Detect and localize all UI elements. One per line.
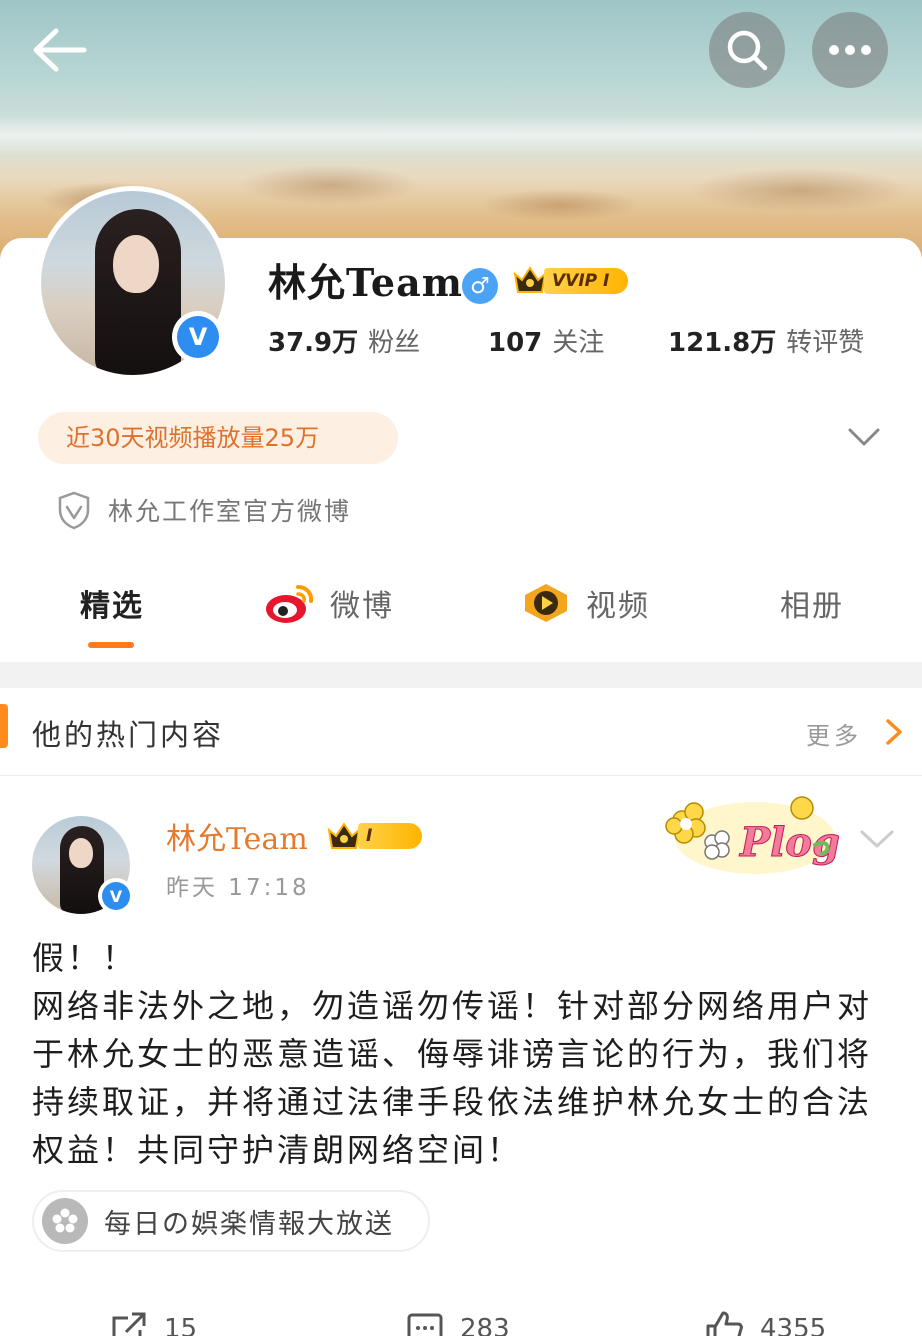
tab-weibo[interactable]: 微博 xyxy=(264,578,394,628)
vip-level-label: I xyxy=(358,823,422,849)
comment-button[interactable]: 283 xyxy=(406,1310,510,1336)
plog-sticker-art: Plog xyxy=(665,796,840,874)
comment-icon xyxy=(407,1313,443,1336)
search-icon xyxy=(727,30,768,71)
male-gender-icon: ♂ xyxy=(462,268,498,304)
chevron-down-icon xyxy=(860,830,894,848)
like-button[interactable]: 4355 xyxy=(704,1310,826,1336)
post-timestamp: 昨天 17:18 xyxy=(166,875,310,901)
comment-count: 283 xyxy=(460,1314,510,1336)
post-vip-badge[interactable]: I xyxy=(326,820,422,852)
shield-icon xyxy=(58,491,90,530)
vip-label: VVIP I xyxy=(544,268,628,294)
chevron-down-icon xyxy=(848,428,880,446)
official-account-text: 林允工作室官方微博 xyxy=(108,497,352,526)
weibo-logo-icon xyxy=(266,585,314,623)
back-button[interactable] xyxy=(30,25,90,75)
official-account-info: 林允工作室官方微博 xyxy=(56,490,351,530)
video-play-icon xyxy=(525,584,567,622)
back-arrow-icon xyxy=(33,28,87,72)
post-text-line: 假！！ xyxy=(32,939,138,977)
expand-button[interactable] xyxy=(846,424,882,450)
profile-name: 林允Team xyxy=(268,260,463,305)
repost-count: 15 xyxy=(164,1314,198,1336)
post-body: 假！！ 网络非法外之地，勿造谣勿传谣！针对部分网络用户对于林允女士的恶意造谣、侮… xyxy=(32,934,898,1174)
post-text-paragraph: 网络非法外之地，勿造谣勿传谣！针对部分网络用户对于林允女士的恶意造谣、侮辱诽谤言… xyxy=(32,987,873,1169)
crown-icon xyxy=(513,266,547,293)
stat-interactions[interactable]: 121.8万 转评赞 xyxy=(668,322,864,359)
crown-icon xyxy=(327,822,361,849)
search-button[interactable] xyxy=(709,12,785,88)
divider xyxy=(0,662,922,688)
share-icon xyxy=(112,1312,146,1336)
stat-followers[interactable]: 37.9万 粉丝 xyxy=(268,322,420,359)
thumbs-up-icon xyxy=(706,1311,743,1336)
repost-button[interactable]: 15 xyxy=(110,1310,197,1336)
post-actions: 15 283 4355 xyxy=(0,1304,922,1336)
section-accent-bar xyxy=(0,704,8,748)
plog-sticker: Plog xyxy=(660,790,840,880)
hot-content-section-header: 他的热门内容 更多 xyxy=(0,688,922,776)
topic-label: 每日の娯楽情報大放送 xyxy=(104,1208,394,1240)
profile-tabs: 精选 微博 视频 相册 xyxy=(0,566,922,656)
section-title: 他的热门内容 xyxy=(32,718,225,752)
vip-badge[interactable]: VVIP I xyxy=(512,264,628,298)
tab-album[interactable]: 相册 xyxy=(780,578,844,628)
more-link[interactable]: 更多 xyxy=(806,716,862,751)
video-views-promo[interactable]: 近30天视频播放量25万 xyxy=(38,412,398,464)
topic-tag[interactable]: 每日の娯楽情報大放送 xyxy=(32,1190,430,1252)
verified-badge-small-icon: V xyxy=(98,878,134,914)
post-menu-button[interactable] xyxy=(858,826,896,852)
like-count: 4355 xyxy=(760,1314,827,1336)
more-button[interactable] xyxy=(812,12,888,88)
stat-following[interactable]: 107 关注 xyxy=(488,322,604,359)
tab-featured[interactable]: 精选 xyxy=(80,578,144,628)
more-dots-icon xyxy=(829,45,871,55)
chevron-right-icon[interactable] xyxy=(884,718,904,746)
active-tab-indicator xyxy=(88,642,134,648)
tab-video[interactable]: 视频 xyxy=(520,578,650,628)
flower-icon xyxy=(42,1198,88,1244)
post-author-name[interactable]: 林允Team xyxy=(166,814,308,858)
verified-badge-icon: V xyxy=(172,311,224,363)
